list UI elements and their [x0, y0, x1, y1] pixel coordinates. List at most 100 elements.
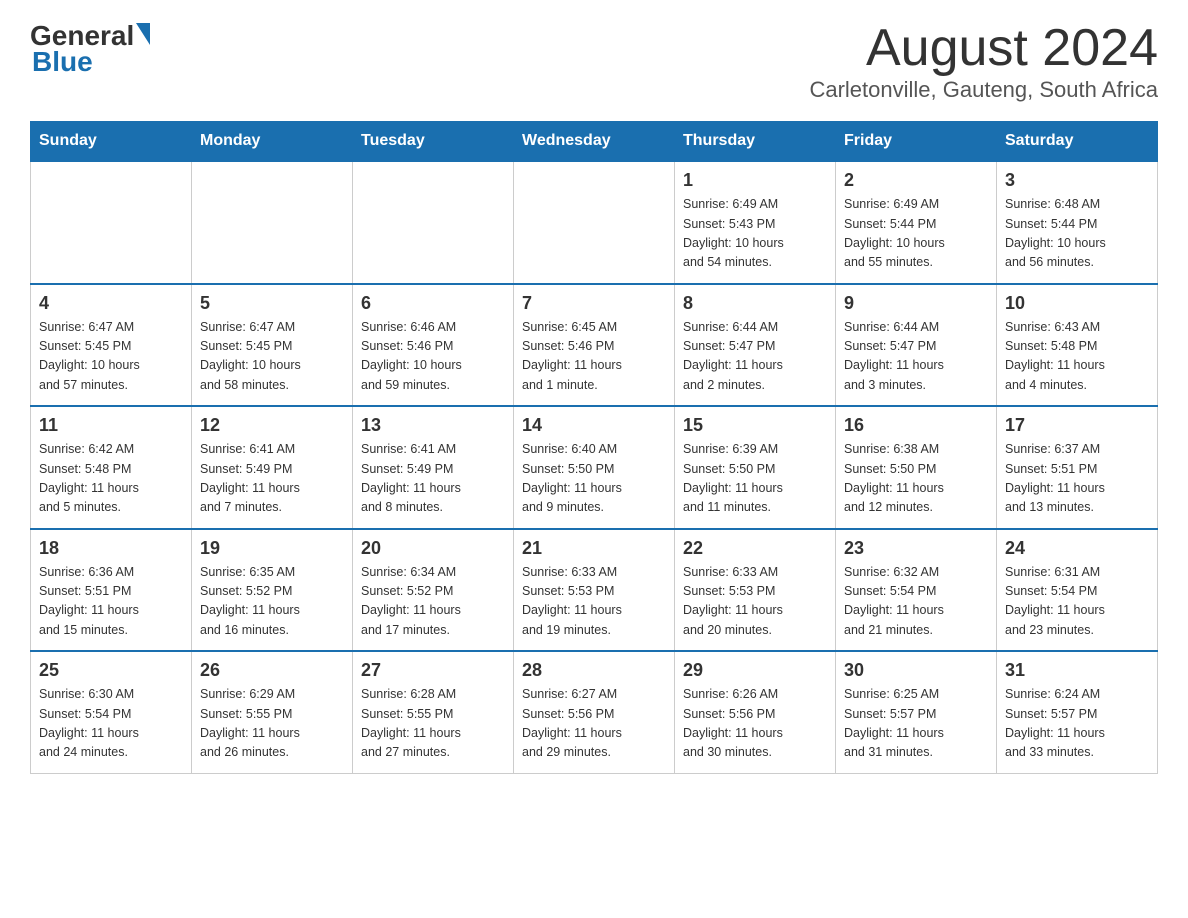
- calendar-cell: 2 Sunrise: 6:49 AM Sunset: 5:44 PM Daylig…: [836, 161, 997, 284]
- day-info: Sunrise: 6:47 AM Sunset: 5:45 PM Dayligh…: [200, 318, 344, 396]
- calendar-cell: 24 Sunrise: 6:31 AM Sunset: 5:54 PM Dayli…: [997, 529, 1158, 652]
- calendar-cell: 1Sunrise: 6:49 AM Sunset: 5:43 PM Daylig…: [675, 161, 836, 284]
- day-number: 21: [522, 538, 666, 559]
- calendar-cell: 21 Sunrise: 6:33 AM Sunset: 5:53 PM Dayli…: [514, 529, 675, 652]
- calendar-cell: [353, 161, 514, 284]
- calendar-cell: 7Sunrise: 6:45 AM Sunset: 5:46 PM Daylig…: [514, 284, 675, 407]
- day-info: Sunrise: 6:33 AM Sunset: 5:53 PM Dayligh…: [522, 563, 666, 641]
- day-number: 31: [1005, 660, 1149, 681]
- day-number: 6: [361, 293, 505, 314]
- day-number: 27: [361, 660, 505, 681]
- calendar-cell: 8 Sunrise: 6:44 AM Sunset: 5:47 PM Daylig…: [675, 284, 836, 407]
- month-title: August 2024: [809, 20, 1158, 77]
- calendar-cell: 17 Sunrise: 6:37 AM Sunset: 5:51 PM Dayli…: [997, 406, 1158, 529]
- day-info: Sunrise: 6:35 AM Sunset: 5:52 PM Dayligh…: [200, 563, 344, 641]
- calendar-cell: 26 Sunrise: 6:29 AM Sunset: 5:55 PM Dayli…: [192, 651, 353, 773]
- calendar-cell: 9Sunrise: 6:44 AM Sunset: 5:47 PM Daylig…: [836, 284, 997, 407]
- title-block: August 2024 Carletonville, Gauteng, Sout…: [809, 20, 1158, 103]
- weekday-header-row: SundayMondayTuesdayWednesdayThursdayFrid…: [31, 122, 1158, 162]
- page-header: General Blue August 2024 Carletonville, …: [30, 20, 1158, 103]
- day-number: 22: [683, 538, 827, 559]
- day-number: 5: [200, 293, 344, 314]
- day-number: 26: [200, 660, 344, 681]
- day-info: Sunrise: 6:41 AM Sunset: 5:49 PM Dayligh…: [200, 440, 344, 518]
- calendar-cell: 29Sunrise: 6:26 AM Sunset: 5:56 PM Dayli…: [675, 651, 836, 773]
- calendar-cell: 10 Sunrise: 6:43 AM Sunset: 5:48 PM Dayli…: [997, 284, 1158, 407]
- day-number: 13: [361, 415, 505, 436]
- logo-blue-text: Blue: [32, 46, 93, 78]
- day-info: Sunrise: 6:38 AM Sunset: 5:50 PM Dayligh…: [844, 440, 988, 518]
- day-number: 23: [844, 538, 988, 559]
- day-info: Sunrise: 6:25 AM Sunset: 5:57 PM Dayligh…: [844, 685, 988, 763]
- day-number: 12: [200, 415, 344, 436]
- day-info: Sunrise: 6:33 AM Sunset: 5:53 PM Dayligh…: [683, 563, 827, 641]
- day-number: 30: [844, 660, 988, 681]
- day-number: 17: [1005, 415, 1149, 436]
- calendar-cell: 28Sunrise: 6:27 AM Sunset: 5:56 PM Dayli…: [514, 651, 675, 773]
- calendar-cell: 4 Sunrise: 6:47 AM Sunset: 5:45 PM Daylig…: [31, 284, 192, 407]
- logo: General Blue: [30, 20, 150, 78]
- day-number: 4: [39, 293, 183, 314]
- day-info: Sunrise: 6:39 AM Sunset: 5:50 PM Dayligh…: [683, 440, 827, 518]
- day-number: 9: [844, 293, 988, 314]
- day-info: Sunrise: 6:42 AM Sunset: 5:48 PM Dayligh…: [39, 440, 183, 518]
- weekday-header-wednesday: Wednesday: [514, 122, 675, 162]
- day-info: Sunrise: 6:32 AM Sunset: 5:54 PM Dayligh…: [844, 563, 988, 641]
- weekday-header-thursday: Thursday: [675, 122, 836, 162]
- calendar-cell: 3Sunrise: 6:48 AM Sunset: 5:44 PM Daylig…: [997, 161, 1158, 284]
- day-number: 20: [361, 538, 505, 559]
- day-info: Sunrise: 6:24 AM Sunset: 5:57 PM Dayligh…: [1005, 685, 1149, 763]
- day-number: 29: [683, 660, 827, 681]
- calendar-cell: [31, 161, 192, 284]
- day-number: 18: [39, 538, 183, 559]
- day-number: 10: [1005, 293, 1149, 314]
- logo-triangle-icon: [136, 23, 150, 45]
- day-info: Sunrise: 6:28 AM Sunset: 5:55 PM Dayligh…: [361, 685, 505, 763]
- weekday-header-friday: Friday: [836, 122, 997, 162]
- day-number: 11: [39, 415, 183, 436]
- calendar-cell: 12 Sunrise: 6:41 AM Sunset: 5:49 PM Dayli…: [192, 406, 353, 529]
- weekday-header-tuesday: Tuesday: [353, 122, 514, 162]
- calendar-cell: [192, 161, 353, 284]
- day-number: 16: [844, 415, 988, 436]
- day-info: Sunrise: 6:31 AM Sunset: 5:54 PM Dayligh…: [1005, 563, 1149, 641]
- calendar-week-row: 1Sunrise: 6:49 AM Sunset: 5:43 PM Daylig…: [31, 161, 1158, 284]
- day-number: 15: [683, 415, 827, 436]
- calendar-cell: 16 Sunrise: 6:38 AM Sunset: 5:50 PM Dayli…: [836, 406, 997, 529]
- calendar-table: SundayMondayTuesdayWednesdayThursdayFrid…: [30, 121, 1158, 774]
- weekday-header-saturday: Saturday: [997, 122, 1158, 162]
- day-info: Sunrise: 6:37 AM Sunset: 5:51 PM Dayligh…: [1005, 440, 1149, 518]
- calendar-cell: [514, 161, 675, 284]
- day-number: 2: [844, 170, 988, 191]
- day-info: Sunrise: 6:49 AM Sunset: 5:44 PM Dayligh…: [844, 195, 988, 273]
- day-number: 1: [683, 170, 827, 191]
- day-info: Sunrise: 6:29 AM Sunset: 5:55 PM Dayligh…: [200, 685, 344, 763]
- day-info: Sunrise: 6:43 AM Sunset: 5:48 PM Dayligh…: [1005, 318, 1149, 396]
- calendar-cell: 22 Sunrise: 6:33 AM Sunset: 5:53 PM Dayli…: [675, 529, 836, 652]
- day-info: Sunrise: 6:40 AM Sunset: 5:50 PM Dayligh…: [522, 440, 666, 518]
- calendar-week-row: 11 Sunrise: 6:42 AM Sunset: 5:48 PM Dayli…: [31, 406, 1158, 529]
- day-info: Sunrise: 6:27 AM Sunset: 5:56 PM Dayligh…: [522, 685, 666, 763]
- calendar-cell: 11 Sunrise: 6:42 AM Sunset: 5:48 PM Dayli…: [31, 406, 192, 529]
- calendar-week-row: 4 Sunrise: 6:47 AM Sunset: 5:45 PM Daylig…: [31, 284, 1158, 407]
- calendar-cell: 27 Sunrise: 6:28 AM Sunset: 5:55 PM Dayli…: [353, 651, 514, 773]
- calendar-week-row: 18Sunrise: 6:36 AM Sunset: 5:51 PM Dayli…: [31, 529, 1158, 652]
- day-info: Sunrise: 6:48 AM Sunset: 5:44 PM Dayligh…: [1005, 195, 1149, 273]
- day-number: 24: [1005, 538, 1149, 559]
- day-info: Sunrise: 6:41 AM Sunset: 5:49 PM Dayligh…: [361, 440, 505, 518]
- day-info: Sunrise: 6:44 AM Sunset: 5:47 PM Dayligh…: [683, 318, 827, 396]
- calendar-week-row: 25Sunrise: 6:30 AM Sunset: 5:54 PM Dayli…: [31, 651, 1158, 773]
- day-info: Sunrise: 6:30 AM Sunset: 5:54 PM Dayligh…: [39, 685, 183, 763]
- weekday-header-sunday: Sunday: [31, 122, 192, 162]
- day-number: 8: [683, 293, 827, 314]
- calendar-cell: 13 Sunrise: 6:41 AM Sunset: 5:49 PM Dayli…: [353, 406, 514, 529]
- calendar-cell: 5 Sunrise: 6:47 AM Sunset: 5:45 PM Daylig…: [192, 284, 353, 407]
- calendar-cell: 25Sunrise: 6:30 AM Sunset: 5:54 PM Dayli…: [31, 651, 192, 773]
- calendar-cell: 31 Sunrise: 6:24 AM Sunset: 5:57 PM Dayli…: [997, 651, 1158, 773]
- day-number: 19: [200, 538, 344, 559]
- calendar-cell: 19 Sunrise: 6:35 AM Sunset: 5:52 PM Dayli…: [192, 529, 353, 652]
- day-info: Sunrise: 6:47 AM Sunset: 5:45 PM Dayligh…: [39, 318, 183, 396]
- calendar-cell: 23 Sunrise: 6:32 AM Sunset: 5:54 PM Dayli…: [836, 529, 997, 652]
- calendar-cell: 20Sunrise: 6:34 AM Sunset: 5:52 PM Dayli…: [353, 529, 514, 652]
- calendar-cell: 15 Sunrise: 6:39 AM Sunset: 5:50 PM Dayli…: [675, 406, 836, 529]
